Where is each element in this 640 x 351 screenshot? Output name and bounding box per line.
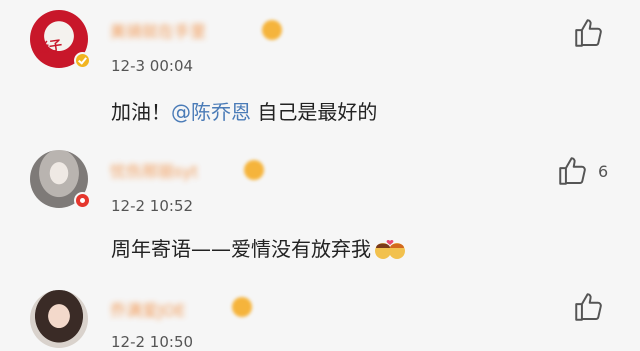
- comment-text-part: 加油！: [111, 100, 171, 124]
- like-count: 6: [598, 162, 609, 181]
- comment-text: 周年寄语——爱情没有放弃我: [111, 233, 407, 262]
- emoji-icon: [262, 20, 282, 40]
- comment-text-part: 自己是最好的: [251, 100, 378, 124]
- verified-badge-icon: [74, 52, 91, 69]
- thumbs-up-icon[interactable]: [572, 290, 606, 324]
- thumbs-up-icon[interactable]: [556, 154, 590, 188]
- avatar[interactable]: [30, 290, 88, 348]
- thumbs-up-icon[interactable]: [572, 16, 606, 50]
- username[interactable]: 美骑就在手里: [110, 18, 206, 42]
- comment-time: 12-3 00:04: [111, 57, 194, 75]
- emoji-icon: [232, 297, 252, 317]
- comment-time: 12-2 10:50: [111, 333, 194, 351]
- comment-text-part: 周年寄语——爱情没有放弃我: [111, 237, 371, 261]
- username[interactable]: 乔满爱JOE: [110, 297, 185, 321]
- emoji-icon: [244, 160, 264, 180]
- mention-link[interactable]: @陈乔恩: [171, 100, 251, 124]
- avatar-logo: 老子: [35, 38, 64, 57]
- kissing-couple-emoji-icon: [373, 236, 407, 260]
- comment-item: 老子 美骑就在手里 12-3 00:04 加油！@陈乔恩 自己是最好的: [0, 0, 640, 140]
- comment-item: 忧伤邢丽syt 12-2 10:52 周年寄语——爱情没有放弃我 6: [0, 140, 640, 280]
- username[interactable]: 忧伤邢丽syt: [110, 158, 198, 182]
- comment-time: 12-2 10:52: [111, 197, 194, 215]
- region-badge-icon: [74, 192, 91, 209]
- comment-item: 乔满爱JOE 12-2 10:50: [0, 280, 640, 351]
- comment-text: 加油！@陈乔恩 自己是最好的: [111, 96, 377, 125]
